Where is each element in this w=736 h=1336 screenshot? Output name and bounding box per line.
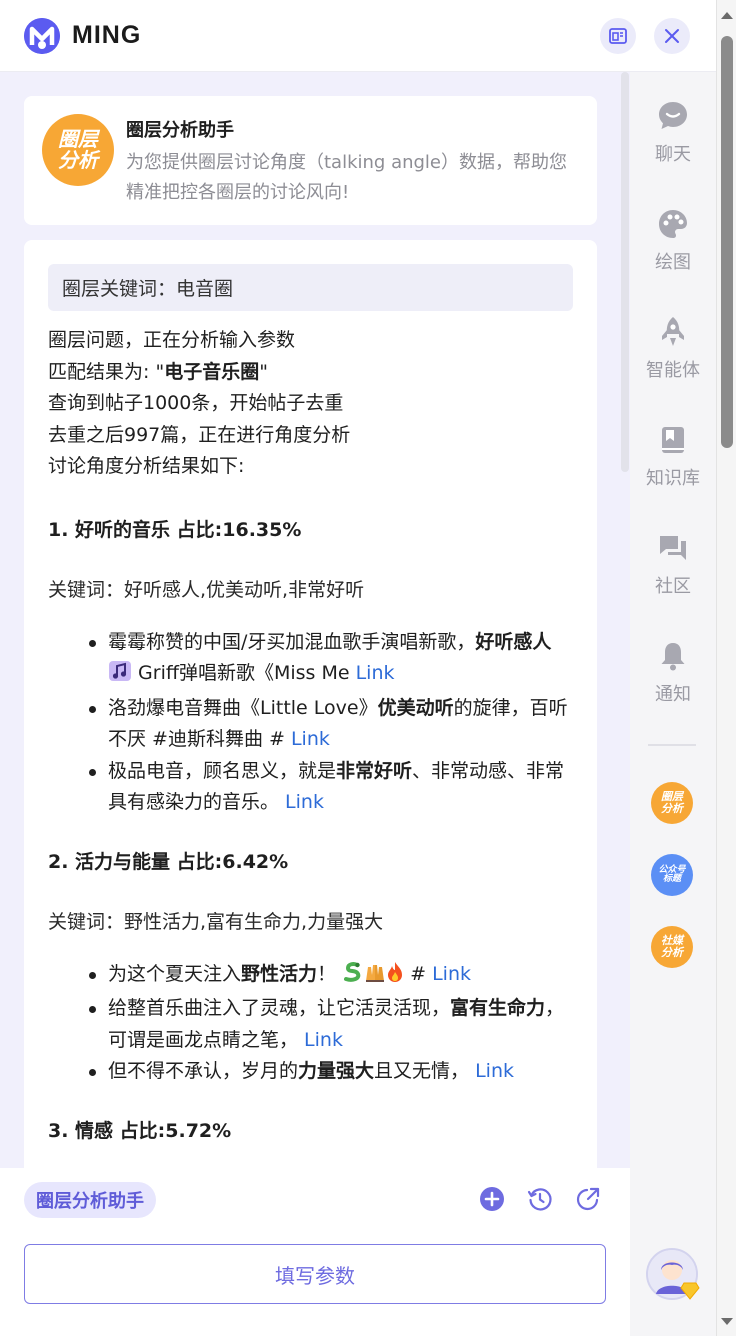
section-title: 2. 活力与能量 占比:6.42%	[48, 850, 289, 873]
section-title: 3. 情感 占比:5.72%	[48, 1119, 232, 1142]
raised-hands-icon	[364, 961, 386, 994]
rail-item-community[interactable]: 社区	[630, 532, 716, 598]
analysis-log: 圈层问题，正在分析输入参数 匹配结果为: "电子音乐圈" 查询到帖子1000条，…	[48, 325, 573, 483]
list-item: 极品电音，顾名思义，就是非常好听、非常动感、非常具有感染力的音乐。 Link	[89, 756, 578, 819]
rail-item-chat[interactable]: 聊天	[630, 100, 716, 166]
section-title: 1. 好听的音乐 占比:16.35%	[48, 518, 302, 541]
log-line: 去重之后997篇，正在进行角度分析	[48, 423, 351, 446]
source-link[interactable]: Link	[432, 963, 471, 985]
book-icon	[662, 427, 684, 453]
rail-label: 智能体	[646, 360, 700, 381]
rail-label: 绘图	[655, 252, 691, 273]
rocket-icon	[662, 317, 684, 346]
source-link[interactable]: Link	[285, 791, 324, 813]
assistant-intro-card: 圈层 分析 圈层分析助手 为您提供圈层讨论角度（talking angle）数据…	[24, 96, 597, 225]
rail-item-notify[interactable]: 通知	[630, 640, 716, 706]
source-link[interactable]: Link	[356, 662, 395, 684]
social-media-analysis-shortcut[interactable]: 社媒 分析	[651, 926, 693, 968]
source-link[interactable]: Link	[475, 1060, 514, 1082]
list-item: 但不得不承认，岁月的力量强大且又无情， Link	[89, 1056, 578, 1088]
plus-circle-icon	[480, 1187, 504, 1211]
keyword-box: 圈层关键词：电音圈	[48, 264, 573, 311]
history-icon	[527, 1188, 552, 1211]
rail-item-agent[interactable]: 智能体	[630, 316, 716, 382]
right-rail: 聊天 绘图 智能体 知识库 社区 通知 圈层 分析 公众号 标题 社媒 分析	[630, 72, 716, 1336]
rail-label: 知识库	[646, 468, 700, 489]
conversation-area[interactable]: 圈层 分析 圈层分析助手 为您提供圈层讨论角度（talking angle）数据…	[0, 72, 630, 1168]
palette-icon	[659, 210, 687, 238]
log-line: 查询到帖子1000条，开始帖子去重	[48, 392, 344, 414]
expand-window-button[interactable]	[600, 18, 636, 54]
list-item: 霉霉称赞的中国/牙买加混血歌手演唱新歌，好听感人 Griff弹唱新歌《Miss …	[89, 627, 578, 693]
fire-icon	[386, 961, 404, 994]
share-external-icon	[576, 1187, 600, 1211]
assistant-chip[interactable]: 圈层分析助手	[24, 1182, 156, 1218]
section-bullets: 为这个夏天注入野性活力！ # Link 给整首乐曲注入了灵魂，让它活灵活现，富有…	[89, 959, 578, 1088]
vip-diamond-icon	[680, 1282, 700, 1300]
snake-icon	[342, 961, 364, 994]
section-keywords: 关键词：好听感人,优美动听,非常好听	[48, 578, 365, 601]
circle-analysis-shortcut[interactable]: 圈层 分析	[651, 782, 693, 824]
ming-logo-icon	[24, 17, 60, 54]
rail-item-draw[interactable]: 绘图	[630, 208, 716, 274]
source-link[interactable]: Link	[291, 728, 330, 750]
close-icon	[665, 29, 679, 43]
forum-icon	[660, 536, 686, 560]
fill-parameters-button[interactable]: 填写参数	[24, 1244, 606, 1304]
chat-bubble-icon	[659, 102, 687, 129]
window-scrollbar[interactable]	[716, 0, 736, 1336]
scroll-up-arrow-icon[interactable]	[721, 12, 733, 19]
music-note-icon	[108, 660, 132, 693]
rail-divider	[648, 744, 696, 746]
log-line: 讨论角度分析结果如下:	[48, 455, 245, 477]
bell-icon	[661, 643, 685, 671]
header: MING	[0, 0, 716, 72]
source-link[interactable]: Link	[304, 1029, 343, 1051]
section-keywords: 关键词：野性活力,富有生命力,力量强大	[48, 910, 384, 933]
conversation-scrollbar[interactable]	[621, 72, 629, 472]
close-button[interactable]	[654, 18, 690, 54]
list-item: 洛劲爆电音舞曲《Little Love》优美动听的旋律，百听不厌 #迪斯科舞曲 …	[89, 693, 578, 756]
rail-label: 通知	[655, 684, 691, 705]
share-button[interactable]	[575, 1186, 601, 1212]
assistant-name: 圈层分析助手	[126, 120, 234, 141]
scrollbar-thumb[interactable]	[721, 36, 733, 448]
list-item: 为这个夏天注入野性活力！ # Link	[89, 959, 578, 994]
assistant-description: 为您提供圈层讨论角度（talking angle）数据，帮助您精准把控各圈层的讨…	[126, 152, 568, 203]
rail-item-knowledge-base[interactable]: 知识库	[630, 424, 716, 490]
log-line: 圈层问题，正在分析输入参数	[48, 329, 296, 351]
scroll-down-arrow-icon[interactable]	[721, 1318, 733, 1325]
history-button[interactable]	[527, 1186, 553, 1212]
analysis-message: 圈层关键词：电音圈 圈层问题，正在分析输入参数 匹配结果为: "电子音乐圈" 查…	[24, 240, 597, 1168]
log-line: 匹配结果为: "电子音乐圈"	[48, 360, 268, 383]
new-chat-button[interactable]	[479, 1186, 505, 1212]
rail-label: 社区	[655, 576, 691, 597]
user-avatar[interactable]	[646, 1248, 700, 1300]
input-area: 圈层分析助手 填写参数	[0, 1168, 630, 1336]
expand-window-icon	[609, 28, 627, 44]
assistant-badge-icon: 圈层 分析	[42, 114, 114, 186]
section-bullets: 霉霉称赞的中国/牙买加混血歌手演唱新歌，好听感人 Griff弹唱新歌《Miss …	[89, 627, 578, 819]
list-item: 给整首乐曲注入了灵魂，让它活灵活现，富有生命力，可谓是画龙点睛之笔， Link	[89, 993, 578, 1056]
app-title: MING	[72, 21, 142, 49]
rail-label: 聊天	[655, 144, 691, 165]
wechat-title-shortcut[interactable]: 公众号 标题	[651, 854, 693, 896]
